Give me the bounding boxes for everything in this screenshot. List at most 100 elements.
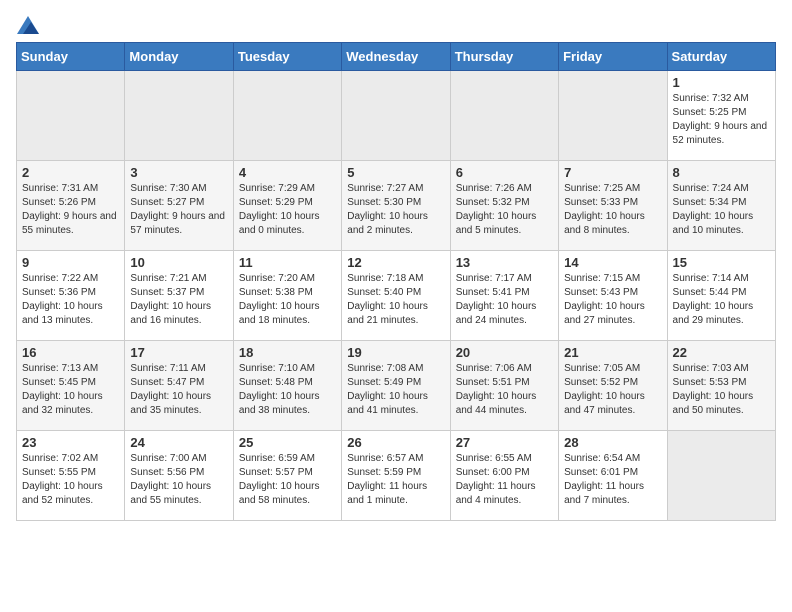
- day-number: 26: [347, 435, 444, 450]
- page-header: [16, 16, 776, 34]
- day-info: Sunrise: 7:14 AM Sunset: 5:44 PM Dayligh…: [673, 272, 770, 328]
- day-number: 23: [22, 435, 119, 450]
- day-info: Sunrise: 7:21 AM Sunset: 5:37 PM Dayligh…: [130, 272, 227, 328]
- calendar-cell: [17, 71, 125, 161]
- calendar-header: SundayMondayTuesdayWednesdayThursdayFrid…: [17, 43, 776, 71]
- calendar-cell: [233, 71, 341, 161]
- weekday-header-monday: Monday: [125, 43, 233, 71]
- day-info: Sunrise: 7:06 AM Sunset: 5:51 PM Dayligh…: [456, 362, 553, 418]
- day-number: 8: [673, 165, 770, 180]
- day-info: Sunrise: 7:08 AM Sunset: 5:49 PM Dayligh…: [347, 362, 444, 418]
- day-number: 6: [456, 165, 553, 180]
- calendar-cell: 16 Sunrise: 7:13 AM Sunset: 5:45 PM Dayli…: [17, 341, 125, 431]
- calendar-cell: 27 Sunrise: 6:55 AM Sunset: 6:00 PM Dayli…: [450, 431, 558, 521]
- weekday-header-saturday: Saturday: [667, 43, 775, 71]
- calendar-cell: 24 Sunrise: 7:00 AM Sunset: 5:56 PM Dayli…: [125, 431, 233, 521]
- day-info: Sunrise: 7:26 AM Sunset: 5:32 PM Dayligh…: [456, 182, 553, 238]
- day-info: Sunrise: 7:32 AM Sunset: 5:25 PM Dayligh…: [673, 92, 770, 148]
- day-info: Sunrise: 7:29 AM Sunset: 5:29 PM Dayligh…: [239, 182, 336, 238]
- day-number: 2: [22, 165, 119, 180]
- day-info: Sunrise: 7:13 AM Sunset: 5:45 PM Dayligh…: [22, 362, 119, 418]
- logo: [16, 16, 40, 34]
- calendar-cell: 7 Sunrise: 7:25 AM Sunset: 5:33 PM Daylig…: [559, 161, 667, 251]
- day-info: Sunrise: 6:59 AM Sunset: 5:57 PM Dayligh…: [239, 452, 336, 508]
- day-number: 19: [347, 345, 444, 360]
- calendar-cell: 15 Sunrise: 7:14 AM Sunset: 5:44 PM Dayli…: [667, 251, 775, 341]
- weekday-header-thursday: Thursday: [450, 43, 558, 71]
- day-info: Sunrise: 7:17 AM Sunset: 5:41 PM Dayligh…: [456, 272, 553, 328]
- day-info: Sunrise: 7:18 AM Sunset: 5:40 PM Dayligh…: [347, 272, 444, 328]
- calendar-cell: 2 Sunrise: 7:31 AM Sunset: 5:26 PM Daylig…: [17, 161, 125, 251]
- day-info: Sunrise: 6:55 AM Sunset: 6:00 PM Dayligh…: [456, 452, 553, 508]
- weekday-header-tuesday: Tuesday: [233, 43, 341, 71]
- calendar-cell: 10 Sunrise: 7:21 AM Sunset: 5:37 PM Dayli…: [125, 251, 233, 341]
- day-number: 18: [239, 345, 336, 360]
- day-info: Sunrise: 7:15 AM Sunset: 5:43 PM Dayligh…: [564, 272, 661, 328]
- day-number: 12: [347, 255, 444, 270]
- day-number: 24: [130, 435, 227, 450]
- day-info: Sunrise: 7:11 AM Sunset: 5:47 PM Dayligh…: [130, 362, 227, 418]
- weekday-header-wednesday: Wednesday: [342, 43, 450, 71]
- calendar-cell: 22 Sunrise: 7:03 AM Sunset: 5:53 PM Dayli…: [667, 341, 775, 431]
- day-info: Sunrise: 7:03 AM Sunset: 5:53 PM Dayligh…: [673, 362, 770, 418]
- calendar-cell: 13 Sunrise: 7:17 AM Sunset: 5:41 PM Dayli…: [450, 251, 558, 341]
- calendar-cell: 1 Sunrise: 7:32 AM Sunset: 5:25 PM Daylig…: [667, 71, 775, 161]
- day-info: Sunrise: 7:24 AM Sunset: 5:34 PM Dayligh…: [673, 182, 770, 238]
- day-number: 28: [564, 435, 661, 450]
- weekday-header-sunday: Sunday: [17, 43, 125, 71]
- day-info: Sunrise: 7:27 AM Sunset: 5:30 PM Dayligh…: [347, 182, 444, 238]
- calendar-cell: 4 Sunrise: 7:29 AM Sunset: 5:29 PM Daylig…: [233, 161, 341, 251]
- day-number: 25: [239, 435, 336, 450]
- day-number: 13: [456, 255, 553, 270]
- day-number: 3: [130, 165, 227, 180]
- calendar-cell: 5 Sunrise: 7:27 AM Sunset: 5:30 PM Daylig…: [342, 161, 450, 251]
- calendar-cell: [342, 71, 450, 161]
- day-info: Sunrise: 7:30 AM Sunset: 5:27 PM Dayligh…: [130, 182, 227, 238]
- day-number: 17: [130, 345, 227, 360]
- day-info: Sunrise: 7:05 AM Sunset: 5:52 PM Dayligh…: [564, 362, 661, 418]
- day-info: Sunrise: 7:22 AM Sunset: 5:36 PM Dayligh…: [22, 272, 119, 328]
- weekday-header-friday: Friday: [559, 43, 667, 71]
- day-info: Sunrise: 7:20 AM Sunset: 5:38 PM Dayligh…: [239, 272, 336, 328]
- calendar-cell: 28 Sunrise: 6:54 AM Sunset: 6:01 PM Dayli…: [559, 431, 667, 521]
- calendar-cell: 21 Sunrise: 7:05 AM Sunset: 5:52 PM Dayli…: [559, 341, 667, 431]
- calendar-cell: 25 Sunrise: 6:59 AM Sunset: 5:57 PM Dayli…: [233, 431, 341, 521]
- calendar-cell: [667, 431, 775, 521]
- day-info: Sunrise: 7:00 AM Sunset: 5:56 PM Dayligh…: [130, 452, 227, 508]
- day-number: 7: [564, 165, 661, 180]
- calendar-cell: 19 Sunrise: 7:08 AM Sunset: 5:49 PM Dayli…: [342, 341, 450, 431]
- day-info: Sunrise: 6:54 AM Sunset: 6:01 PM Dayligh…: [564, 452, 661, 508]
- calendar-cell: 12 Sunrise: 7:18 AM Sunset: 5:40 PM Dayli…: [342, 251, 450, 341]
- day-number: 16: [22, 345, 119, 360]
- day-number: 21: [564, 345, 661, 360]
- day-number: 9: [22, 255, 119, 270]
- calendar-cell: 3 Sunrise: 7:30 AM Sunset: 5:27 PM Daylig…: [125, 161, 233, 251]
- calendar-table: SundayMondayTuesdayWednesdayThursdayFrid…: [16, 42, 776, 521]
- calendar-cell: 18 Sunrise: 7:10 AM Sunset: 5:48 PM Dayli…: [233, 341, 341, 431]
- day-number: 11: [239, 255, 336, 270]
- day-number: 1: [673, 75, 770, 90]
- calendar-cell: 23Sunrise: 7:02 AM Sunset: 5:55 PM Dayli…: [17, 431, 125, 521]
- calendar-cell: 14 Sunrise: 7:15 AM Sunset: 5:43 PM Dayli…: [559, 251, 667, 341]
- day-number: 14: [564, 255, 661, 270]
- day-number: 22: [673, 345, 770, 360]
- logo-icon: [17, 16, 39, 34]
- day-number: 5: [347, 165, 444, 180]
- calendar-cell: 26 Sunrise: 6:57 AM Sunset: 5:59 PM Dayli…: [342, 431, 450, 521]
- day-number: 4: [239, 165, 336, 180]
- calendar-cell: 17 Sunrise: 7:11 AM Sunset: 5:47 PM Dayli…: [125, 341, 233, 431]
- day-info: Sunrise: 7:25 AM Sunset: 5:33 PM Dayligh…: [564, 182, 661, 238]
- calendar-cell: 9 Sunrise: 7:22 AM Sunset: 5:36 PM Daylig…: [17, 251, 125, 341]
- day-info: Sunrise: 7:31 AM Sunset: 5:26 PM Dayligh…: [22, 182, 119, 238]
- day-number: 27: [456, 435, 553, 450]
- day-info: Sunrise: 7:10 AM Sunset: 5:48 PM Dayligh…: [239, 362, 336, 418]
- calendar-cell: [125, 71, 233, 161]
- calendar-cell: [559, 71, 667, 161]
- calendar-cell: 11 Sunrise: 7:20 AM Sunset: 5:38 PM Dayli…: [233, 251, 341, 341]
- day-info: Sunrise: 6:57 AM Sunset: 5:59 PM Dayligh…: [347, 452, 444, 508]
- calendar-cell: [450, 71, 558, 161]
- day-number: 15: [673, 255, 770, 270]
- calendar-cell: 6 Sunrise: 7:26 AM Sunset: 5:32 PM Daylig…: [450, 161, 558, 251]
- calendar-cell: 8 Sunrise: 7:24 AM Sunset: 5:34 PM Daylig…: [667, 161, 775, 251]
- day-number: 10: [130, 255, 227, 270]
